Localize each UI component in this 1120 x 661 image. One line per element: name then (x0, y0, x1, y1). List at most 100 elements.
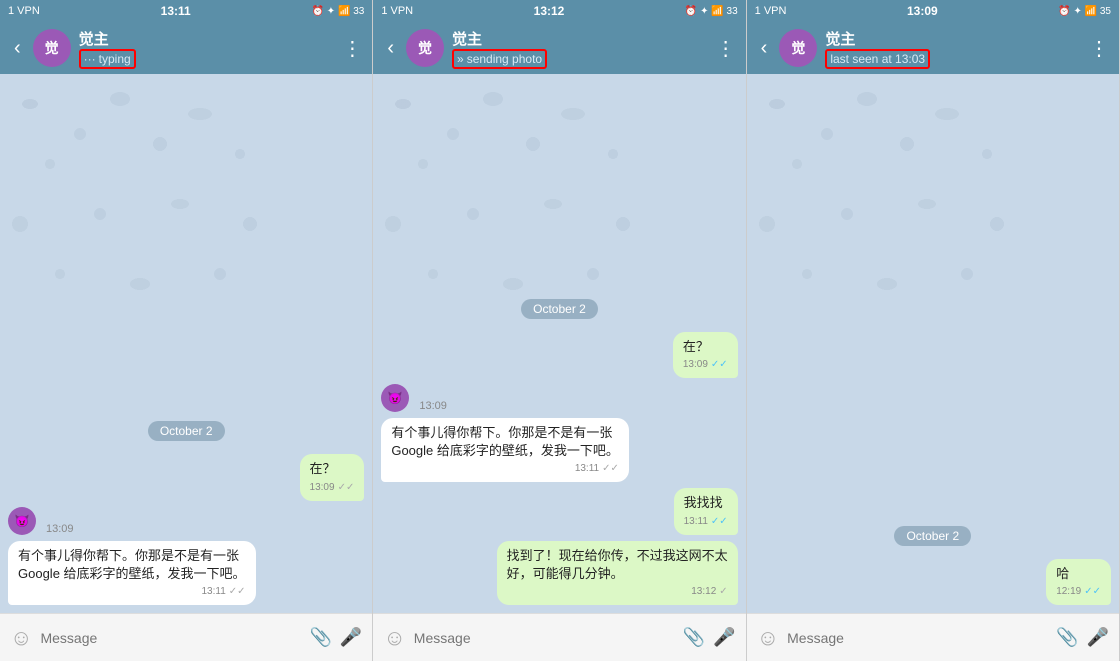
vpn-label-2: 1 VPN (381, 5, 413, 17)
bubble-in: 有个事儿得你帮下。你那是不是有一张Google 给底彩字的壁纸，发我一下吧。 1… (381, 418, 629, 482)
chat-area-1: October 2 在？ 13:09 ✓✓ 😈 13:09 (0, 74, 372, 613)
mic-button-1[interactable]: 🎤 (340, 627, 362, 648)
date-label-1: October 2 (8, 422, 364, 440)
messages-3: October 2 哈 12:19 ✓✓ (755, 513, 1111, 605)
check-icon: ✓ (719, 585, 727, 599)
message-input-1[interactable] (40, 630, 301, 646)
bubble-text: 有个事儿得你帮下。你那是不是有一张Google 给底彩字的壁纸，发我一下吧。 (391, 424, 619, 460)
bubble-text: 哈 (1056, 565, 1101, 583)
msg-time: 13:09 (683, 358, 708, 372)
bubble-meta: 13:11 ✓✓ (684, 515, 728, 529)
bubble-out: 在？ 13:09 ✓✓ (673, 332, 738, 378)
chat-header-1: ‹ 觉 觉主 ··· typing ⋮ (0, 22, 372, 74)
time-1: 13:11 (161, 4, 191, 18)
messages-1: October 2 在？ 13:09 ✓✓ 😈 13:09 (8, 414, 364, 605)
status-bar-1: 1 VPN 13:11 ⏰ ✦ 📶 33 (0, 0, 372, 22)
sticker-time: 13:09 (419, 400, 447, 412)
back-button-3[interactable]: ‹ (757, 37, 772, 60)
chat-panel-2: 1 VPN 13:12 ⏰ ✦ 📶 33 ‹ 觉 觉主 » sending ph… (373, 0, 746, 661)
contact-name-3: 觉主 (825, 28, 1081, 49)
attach-button-2[interactable]: 📎 (683, 627, 705, 648)
messages-2: October 2 在？ 13:09 ✓✓ 😈 13:09 (381, 292, 737, 605)
check-icon: ✓✓ (229, 585, 246, 599)
msg-time: 13:11 (684, 515, 708, 529)
msg-time: 13:12 (691, 585, 716, 599)
chat-header-2: ‹ 觉 觉主 » sending photo ⋮ (373, 22, 745, 74)
input-bar-1: ☺ 📎 🎤 (0, 613, 372, 661)
bubble-meta: 13:11 ✓✓ (391, 462, 619, 476)
status-icons-1: ⏰ ✦ 📶 33 (312, 6, 365, 17)
message-input-3[interactable] (787, 630, 1048, 646)
emoji-button-2[interactable]: ☺ (383, 625, 405, 651)
bubble-out: 我找找 13:11 ✓✓ (674, 488, 738, 534)
sticker-time: 13:09 (46, 523, 74, 535)
msg-time: 13:09 (310, 481, 335, 495)
time-2: 13:12 (534, 4, 565, 18)
header-status-2: » sending photo (452, 49, 708, 69)
status-icon-2: » (457, 52, 464, 66)
bubble-out: 哈 12:19 ✓✓ (1046, 559, 1111, 605)
bubble-meta: 13:09 ✓✓ (310, 481, 355, 495)
msg-row: 在？ 13:09 ✓✓ (8, 454, 364, 500)
menu-button-2[interactable]: ⋮ (716, 36, 736, 61)
chat-area-2: October 2 在？ 13:09 ✓✓ 😈 13:09 (373, 74, 745, 613)
chat-panel-3: 1 VPN 13:09 ⏰ ✦ 📶 35 ‹ 觉 觉主 last seen at… (747, 0, 1120, 661)
bubble-meta: 12:19 ✓✓ (1056, 585, 1101, 599)
check-icon: ✓✓ (338, 481, 355, 495)
msg-row: 有个事儿得你帮下。你那是不是有一张Google 给底彩字的壁纸，发我一下吧。 1… (8, 541, 364, 605)
header-status-3: last seen at 13:03 (825, 49, 1081, 69)
status-highlight-1: ··· typing (79, 49, 136, 69)
status-icons-2: ⏰ ✦ 📶 33 (685, 6, 738, 17)
mic-button-3[interactable]: 🎤 (1087, 627, 1109, 648)
msg-row: 😈 13:09 (381, 384, 737, 412)
vpn-label-3: 1 VPN (755, 5, 787, 17)
input-bar-2: ☺ 📎 🎤 (373, 613, 745, 661)
message-input-2[interactable] (414, 630, 675, 646)
msg-row: 找到了！现在给你传，不过我这网不太好，可能得几分钟。 13:12 ✓ (381, 541, 737, 605)
input-bar-3: ☺ 📎 🎤 (747, 613, 1119, 661)
bubble-meta: 13:09 ✓✓ (683, 358, 728, 372)
emoji-button-1[interactable]: ☺ (10, 625, 32, 651)
chat-header-3: ‹ 觉 觉主 last seen at 13:03 ⋮ (747, 22, 1119, 74)
status-text-1: typing (99, 52, 131, 66)
bubble-text: 在？ (310, 460, 355, 478)
check-icon: ✓✓ (711, 515, 728, 529)
status-highlight-2: » sending photo (452, 49, 547, 69)
msg-time: 12:19 (1056, 585, 1081, 599)
attach-button-3[interactable]: 📎 (1056, 627, 1078, 648)
bubble-text: 我找找 (684, 494, 728, 512)
chat-area-3: October 2 哈 12:19 ✓✓ (747, 74, 1119, 613)
msg-time: 13:11 (201, 585, 225, 599)
avatar-small: 😈 (8, 507, 36, 535)
status-text-3: last seen at 13:03 (830, 52, 925, 66)
check-icon: ✓✓ (711, 358, 728, 372)
msg-row: 有个事儿得你帮下。你那是不是有一张Google 给底彩字的壁纸，发我一下吧。 1… (381, 418, 737, 482)
back-button-1[interactable]: ‹ (10, 37, 25, 60)
contact-name-2: 觉主 (452, 28, 708, 49)
avatar-3: 觉 (779, 29, 817, 67)
attach-button-1[interactable]: 📎 (309, 627, 331, 648)
bubble-text: 在？ (683, 338, 728, 356)
bubble-out: 找到了！现在给你传，不过我这网不太好，可能得几分钟。 13:12 ✓ (497, 541, 738, 605)
avatar-1: 觉 (33, 29, 71, 67)
menu-button-3[interactable]: ⋮ (1089, 36, 1109, 61)
header-info-2: 觉主 » sending photo (452, 28, 708, 69)
date-label-3: October 2 (755, 527, 1111, 545)
msg-row: 哈 12:19 ✓✓ (755, 559, 1111, 605)
date-label-2: October 2 (381, 300, 737, 318)
bubble-in: 有个事儿得你帮下。你那是不是有一张Google 给底彩字的壁纸，发我一下吧。 1… (8, 541, 256, 605)
status-icon-1: ··· (84, 52, 96, 66)
mic-button-2[interactable]: 🎤 (713, 627, 735, 648)
back-button-2[interactable]: ‹ (383, 37, 398, 60)
check-icon: ✓✓ (602, 462, 619, 476)
menu-button-1[interactable]: ⋮ (342, 36, 362, 61)
bubble-out: 在？ 13:09 ✓✓ (300, 454, 365, 500)
bubble-text: 找到了！现在给你传，不过我这网不太好，可能得几分钟。 (507, 547, 728, 583)
status-icons-3: ⏰ ✦ 📶 35 (1058, 6, 1111, 17)
emoji-button-3[interactable]: ☺ (757, 625, 779, 651)
header-info-3: 觉主 last seen at 13:03 (825, 28, 1081, 69)
status-bar-3: 1 VPN 13:09 ⏰ ✦ 📶 35 (747, 0, 1119, 22)
header-status-1: ··· typing (79, 49, 335, 69)
bubble-meta: 13:12 ✓ (507, 585, 728, 599)
msg-row: 在？ 13:09 ✓✓ (381, 332, 737, 378)
